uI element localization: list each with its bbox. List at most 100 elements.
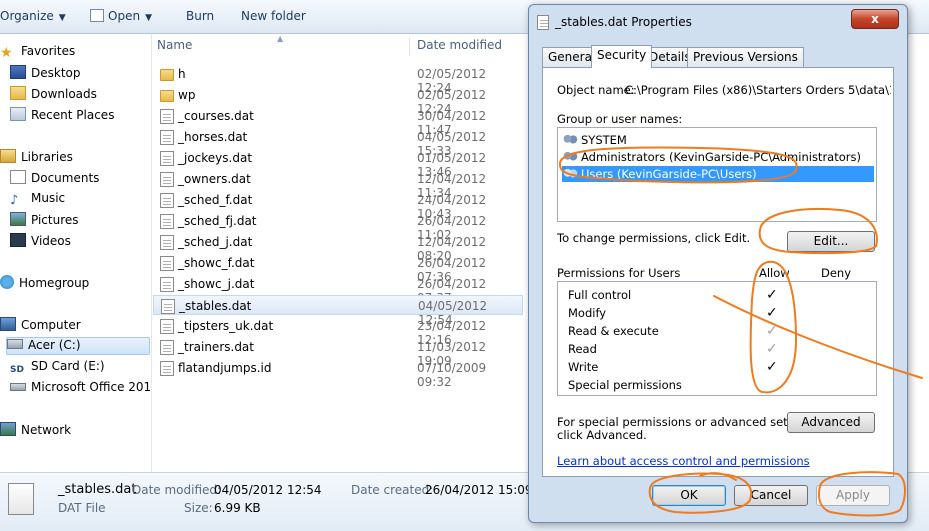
- group-label: Group or user names:: [557, 112, 683, 126]
- file-name: wp: [178, 88, 196, 102]
- allow-check-icon: ✓: [766, 323, 778, 339]
- learn-access-control-link[interactable]: Learn about access control and permissio…: [557, 454, 810, 468]
- cancel-button[interactable]: Cancel: [734, 485, 808, 506]
- file-row[interactable]: _jockeys.dat 01/05/2012 13:46: [153, 148, 523, 179]
- file-icon: [160, 235, 174, 250]
- file-name: _sched_j.dat: [178, 235, 253, 249]
- nav-acer-drive[interactable]: Acer (C:): [6, 337, 150, 355]
- nav-pictures[interactable]: Pictures: [10, 212, 79, 230]
- permission-name: Read: [568, 342, 597, 356]
- file-row[interactable]: _showc_j.dat26/04/2012 07:37: [153, 274, 523, 305]
- column-header-name[interactable]: Name: [157, 38, 192, 52]
- file-icon: [161, 299, 175, 314]
- file-row[interactable]: _showc_f.dat 26/04/2012 07:36: [153, 253, 523, 284]
- allow-check-icon: ✓: [766, 341, 778, 357]
- sd-card-icon: SD: [10, 365, 24, 375]
- organize-label: Organize: [0, 9, 54, 23]
- allow-check-icon: ✓: [766, 287, 778, 303]
- file-row[interactable]: _tipsters_uk.dat 23/04/2012 12:16: [153, 316, 523, 347]
- nav-network[interactable]: Network: [0, 422, 71, 440]
- user-item-label: Users (KevinGarside-PC\Users): [581, 167, 757, 181]
- recent-places-icon: [10, 107, 26, 121]
- permission-name: Modify: [568, 306, 607, 320]
- nav-network-label: Network: [21, 423, 72, 437]
- details-size-label: Size:: [184, 501, 213, 515]
- dialog-title: _stables.dat Properties: [555, 15, 692, 29]
- file-row[interactable]: _owners.dat 12/04/2012 11:34: [153, 169, 523, 200]
- users-icon: [562, 134, 578, 146]
- burn-label: Burn: [186, 9, 215, 23]
- nav-music-label: Music: [31, 191, 66, 205]
- nav-sd-card[interactable]: SD SD Card (E:): [10, 359, 105, 377]
- close-button[interactable]: x: [851, 9, 899, 29]
- nav-music[interactable]: ♪ Music: [10, 191, 65, 209]
- ok-button[interactable]: OK: [652, 485, 726, 506]
- file-row[interactable]: _sched_f.dat 24/04/2012 10:43: [153, 190, 523, 221]
- nav-downloads[interactable]: Downloads: [10, 86, 97, 104]
- nav-downloads-label: Downloads: [31, 87, 97, 101]
- allow-header: Allow: [759, 266, 790, 280]
- column-header-date-modified[interactable]: Date modified: [417, 38, 502, 52]
- file-name: _horses.dat: [178, 130, 248, 144]
- open-label: Open: [108, 9, 141, 23]
- file-row[interactable]: wp 02/05/2012 12:24: [153, 85, 523, 116]
- user-list[interactable]: SYSTEM Administrators (KevinGarside-PC\A…: [557, 127, 877, 222]
- music-icon: ♪: [10, 193, 19, 208]
- user-item-administrators[interactable]: Administrators (KevinGarside-PC\Administ…: [562, 149, 874, 165]
- nav-computer[interactable]: Computer: [0, 317, 81, 335]
- allow-check-icon: ✓: [766, 305, 778, 321]
- edit-button[interactable]: Edit...: [787, 231, 875, 252]
- libraries-icon: [0, 149, 16, 163]
- nav-computer-label: Computer: [21, 318, 81, 332]
- file-row[interactable]: _stables.dat 04/05/2012 12:54: [153, 295, 523, 327]
- object-name-label: Object name:: [557, 83, 635, 97]
- nav-libraries-label: Libraries: [21, 150, 73, 164]
- new-folder-button[interactable]: New folder: [241, 9, 306, 23]
- file-icon: [160, 256, 174, 271]
- file-icon: [160, 277, 174, 292]
- chevron-down-icon: ▼: [58, 13, 66, 23]
- file-row[interactable]: flatandjumps.id 07/10/2009 09:32: [153, 358, 523, 389]
- burn-button[interactable]: Burn: [186, 9, 214, 23]
- tab-security[interactable]: Security: [591, 45, 653, 68]
- nav-recent-places-label: Recent Places: [31, 108, 115, 122]
- file-icon: [537, 15, 549, 30]
- dat-file-icon: [8, 483, 34, 515]
- file-row[interactable]: _sched_j.dat 12/04/2012 08:20: [153, 232, 523, 263]
- nav-libraries[interactable]: Libraries: [0, 149, 73, 167]
- nav-documents[interactable]: Documents: [10, 170, 99, 188]
- file-row[interactable]: _courses.dat 30/04/2012 11:47: [153, 106, 523, 137]
- object-name-value[interactable]: C:\Program Files (x86)\Starters Orders 5…: [625, 83, 891, 97]
- file-icon: [160, 340, 174, 355]
- user-item-users[interactable]: Users (KevinGarside-PC\Users): [562, 166, 874, 182]
- chevron-down-icon: ▼: [145, 13, 152, 23]
- open-button[interactable]: Open ▼: [90, 9, 152, 23]
- nav-videos-label: Videos: [31, 234, 71, 248]
- videos-icon: [10, 233, 26, 247]
- file-row[interactable]: h 02/05/2012 12:24: [153, 64, 523, 95]
- advanced-button[interactable]: Advanced: [787, 412, 875, 433]
- documents-icon: [10, 170, 26, 184]
- nav-office-drive[interactable]: Microsoft Office 201: [10, 380, 151, 398]
- file-row[interactable]: _horses.dat 04/05/2012 15:33: [153, 127, 523, 158]
- file-name: h: [178, 67, 186, 81]
- file-row[interactable]: _sched_fj.dat 26/04/2012 11:02: [153, 211, 523, 242]
- sort-ascending-icon: ▲: [277, 34, 284, 43]
- nav-recent-places[interactable]: Recent Places: [10, 107, 114, 125]
- permissions-for-label: Permissions for Users: [557, 266, 681, 280]
- nav-homegroup[interactable]: Homegroup: [0, 275, 89, 293]
- organize-button[interactable]: Organize ▼: [0, 9, 66, 23]
- column-separator[interactable]: [409, 38, 410, 56]
- nav-favorites[interactable]: ★ Favorites: [0, 44, 75, 62]
- file-icon: [160, 193, 174, 208]
- file-row[interactable]: _trainers.dat 11/03/2012 19:09: [153, 337, 523, 368]
- user-item-label: SYSTEM: [581, 133, 627, 147]
- apply-button[interactable]: Apply: [816, 485, 890, 506]
- tab-previous-versions[interactable]: Previous Versions: [687, 47, 804, 67]
- permissions-list[interactable]: Full control ✓ Modify ✓ Read & execute ✓ Read ✓…: [557, 281, 877, 396]
- permission-name: Full control: [568, 288, 632, 302]
- nav-desktop[interactable]: Desktop: [10, 65, 81, 83]
- details-created-value: 26/04/2012 15:09: [425, 483, 533, 497]
- nav-videos[interactable]: Videos: [10, 233, 71, 251]
- user-item-system[interactable]: SYSTEM: [562, 132, 874, 148]
